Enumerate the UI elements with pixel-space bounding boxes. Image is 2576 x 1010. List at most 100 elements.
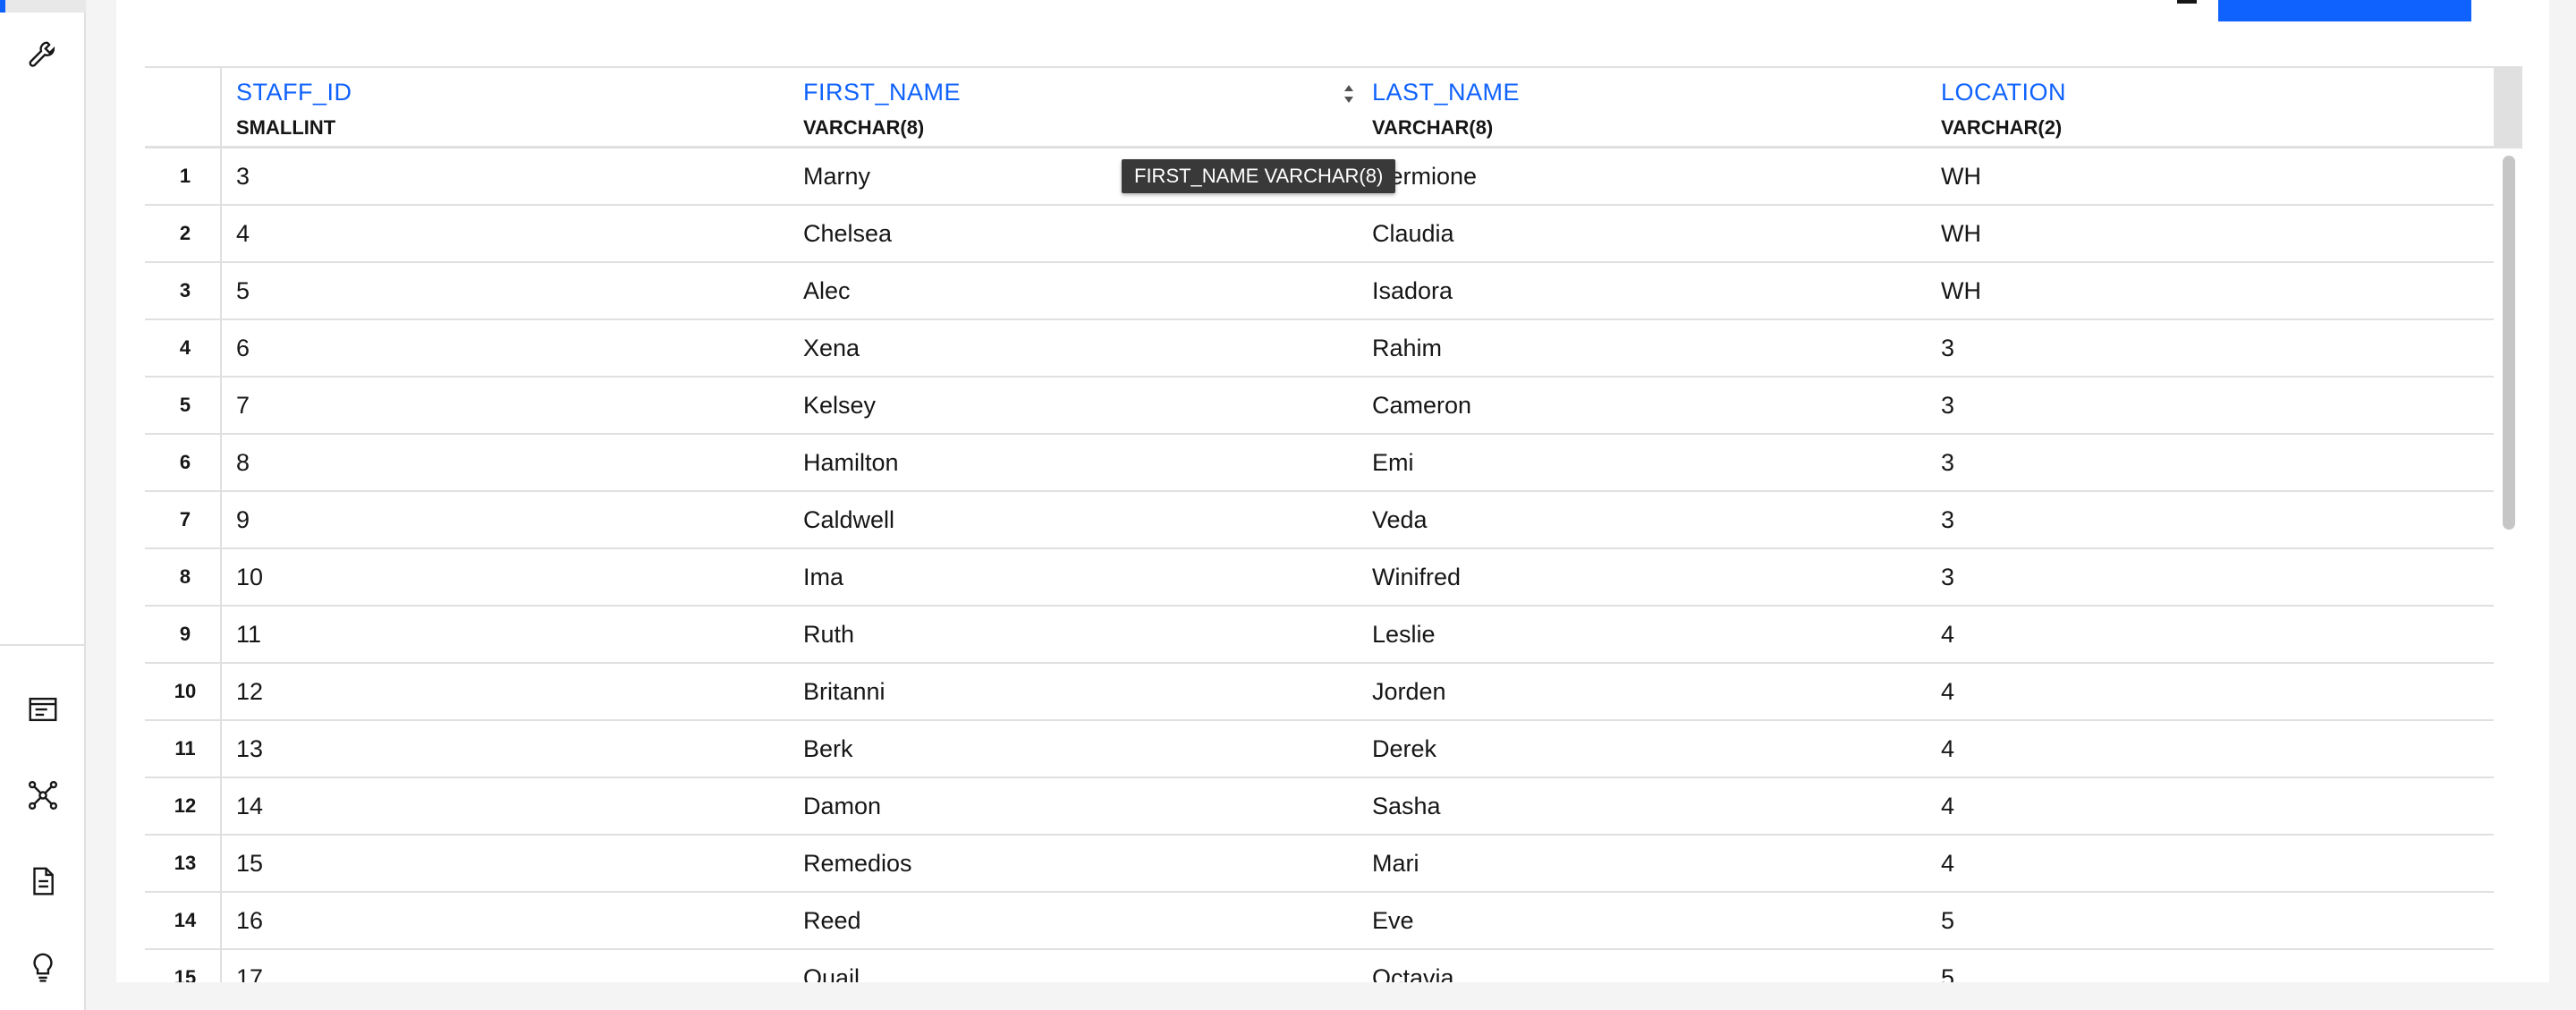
cell-first-name[interactable]: Ruth	[803, 607, 854, 662]
column-header-first-name[interactable]: FIRST_NAME VARCHAR(8)	[789, 68, 1358, 149]
cell-last-name[interactable]: Derek	[1372, 721, 1436, 777]
table-row[interactable]: 13 15 Remedios Mari 4	[145, 836, 2494, 893]
row-number: 5	[145, 378, 222, 433]
cell-last-name[interactable]: Mari	[1372, 836, 1419, 891]
cell-location[interactable]: 3	[1941, 435, 1954, 490]
table-row[interactable]: 2 4 Chelsea Claudia WH	[145, 206, 2494, 263]
cell-first-name[interactable]: Quail	[803, 950, 860, 983]
cell-last-name[interactable]: Isadora	[1372, 263, 1453, 318]
cell-last-name[interactable]: Claudia	[1372, 206, 1454, 261]
row-number: 3	[145, 263, 222, 318]
cell-first-name[interactable]: Reed	[803, 893, 861, 948]
cell-location[interactable]: 3	[1941, 320, 1954, 376]
table-row[interactable]: 11 13 Berk Derek 4	[145, 721, 2494, 778]
row-number: 15	[145, 950, 222, 982]
cell-last-name[interactable]: Sasha	[1372, 778, 1441, 834]
cell-first-name[interactable]: Britanni	[803, 664, 886, 719]
column-header-location[interactable]: LOCATION VARCHAR(2)	[1927, 68, 2494, 149]
cell-first-name[interactable]: Xena	[803, 320, 860, 376]
cell-staff-id[interactable]: 4	[236, 206, 250, 261]
grid-header: STAFF_ID SMALLINT FIRST_NAME VARCHAR(8) …	[145, 66, 2522, 149]
cell-location[interactable]: 4	[1941, 607, 1954, 662]
table-row[interactable]: 14 16 Reed Eve 5	[145, 893, 2494, 950]
table-row[interactable]: 15 17 Quail Octavia 5	[145, 950, 2494, 982]
sort-icon[interactable]	[1342, 82, 1356, 106]
row-number: 13	[145, 836, 222, 891]
cell-last-name[interactable]: Octavia	[1372, 950, 1454, 983]
cell-location[interactable]: 3	[1941, 492, 1954, 547]
row-number: 4	[145, 320, 222, 376]
cell-last-name[interactable]: Emi	[1372, 435, 1414, 490]
cell-first-name[interactable]: Marny	[803, 149, 870, 204]
column-header-last-name[interactable]: LAST_NAME VARCHAR(8)	[1358, 68, 1927, 149]
cell-first-name[interactable]: Damon	[803, 778, 881, 834]
table-row[interactable]: 12 14 Damon Sasha 4	[145, 778, 2494, 836]
row-number: 1	[145, 149, 222, 204]
network-nodes-icon[interactable]	[25, 777, 61, 813]
cell-first-name[interactable]: Remedios	[803, 836, 912, 891]
cell-last-name[interactable]: Jorden	[1372, 664, 1446, 719]
column-type: VARCHAR(8)	[1372, 116, 1494, 139]
table-row[interactable]: 5 7 Kelsey Cameron 3	[145, 378, 2494, 435]
primary-action-button[interactable]	[2218, 0, 2471, 21]
cell-staff-id[interactable]: 7	[236, 378, 250, 433]
cell-staff-id[interactable]: 16	[236, 893, 263, 948]
cell-location[interactable]: 4	[1941, 664, 1954, 719]
table-row[interactable]: 4 6 Xena Rahim 3	[145, 320, 2494, 378]
cell-location[interactable]: WH	[1941, 149, 1981, 204]
cell-staff-id[interactable]: 10	[236, 549, 263, 605]
cell-first-name[interactable]: Hamilton	[803, 435, 899, 490]
table-row[interactable]: 8 10 Ima Winifred 3	[145, 549, 2494, 607]
cell-last-name[interactable]: Leslie	[1372, 607, 1436, 662]
cell-staff-id[interactable]: 6	[236, 320, 250, 376]
table-row[interactable]: 10 12 Britanni Jorden 4	[145, 664, 2494, 721]
cell-location[interactable]: 5	[1941, 893, 1954, 948]
cell-last-name[interactable]: Eve	[1372, 893, 1414, 948]
cell-last-name[interactable]: Cameron	[1372, 378, 1471, 433]
cell-location[interactable]: 4	[1941, 721, 1954, 777]
table-row[interactable]: 9 11 Ruth Leslie 4	[145, 607, 2494, 664]
sql-editor-icon[interactable]	[25, 692, 61, 727]
cell-staff-id[interactable]: 5	[236, 263, 250, 318]
cell-staff-id[interactable]: 12	[236, 664, 263, 719]
lightbulb-icon[interactable]	[25, 949, 61, 985]
cell-staff-id[interactable]: 17	[236, 950, 263, 983]
cell-staff-id[interactable]: 3	[236, 149, 250, 204]
rail-active-item[interactable]	[0, 0, 86, 13]
cell-location[interactable]: 3	[1941, 549, 1954, 605]
cell-first-name[interactable]: Alec	[803, 263, 851, 318]
wrench-icon[interactable]	[25, 38, 61, 73]
cell-last-name[interactable]: Winifred	[1372, 549, 1461, 605]
cell-staff-id[interactable]: 13	[236, 721, 263, 777]
left-rail	[0, 0, 86, 1010]
cell-first-name[interactable]: Chelsea	[803, 206, 892, 261]
column-name: STAFF_ID	[236, 79, 352, 106]
cell-last-name[interactable]: Veda	[1372, 492, 1428, 547]
cell-location[interactable]: WH	[1941, 263, 1981, 318]
document-icon[interactable]	[25, 863, 61, 899]
cell-first-name[interactable]: Caldwell	[803, 492, 894, 547]
vertical-scrollbar[interactable]	[2503, 156, 2515, 530]
table-row[interactable]: 3 5 Alec Isadora WH	[145, 263, 2494, 320]
cell-staff-id[interactable]: 14	[236, 778, 263, 834]
cell-first-name[interactable]: Kelsey	[803, 378, 876, 433]
scrollbar-header-spacer	[2494, 68, 2522, 149]
row-number: 7	[145, 492, 222, 547]
cell-first-name[interactable]: Berk	[803, 721, 853, 777]
cell-location[interactable]: 4	[1941, 778, 1954, 834]
cell-staff-id[interactable]: 11	[236, 607, 261, 662]
cell-location[interactable]: 4	[1941, 836, 1954, 891]
cell-location[interactable]: 5	[1941, 950, 1954, 983]
table-row[interactable]: 6 8 Hamilton Emi 3	[145, 435, 2494, 492]
cell-staff-id[interactable]: 15	[236, 836, 263, 891]
rail-divider	[0, 644, 86, 646]
table-row[interactable]: 7 9 Caldwell Veda 3	[145, 492, 2494, 549]
minimize-icon[interactable]	[2174, 0, 2202, 5]
column-header-staff-id[interactable]: STAFF_ID SMALLINT	[222, 68, 789, 149]
cell-location[interactable]: WH	[1941, 206, 1981, 261]
cell-first-name[interactable]: Ima	[803, 549, 843, 605]
cell-last-name[interactable]: Rahim	[1372, 320, 1442, 376]
cell-staff-id[interactable]: 8	[236, 435, 250, 490]
cell-location[interactable]: 3	[1941, 378, 1954, 433]
cell-staff-id[interactable]: 9	[236, 492, 250, 547]
